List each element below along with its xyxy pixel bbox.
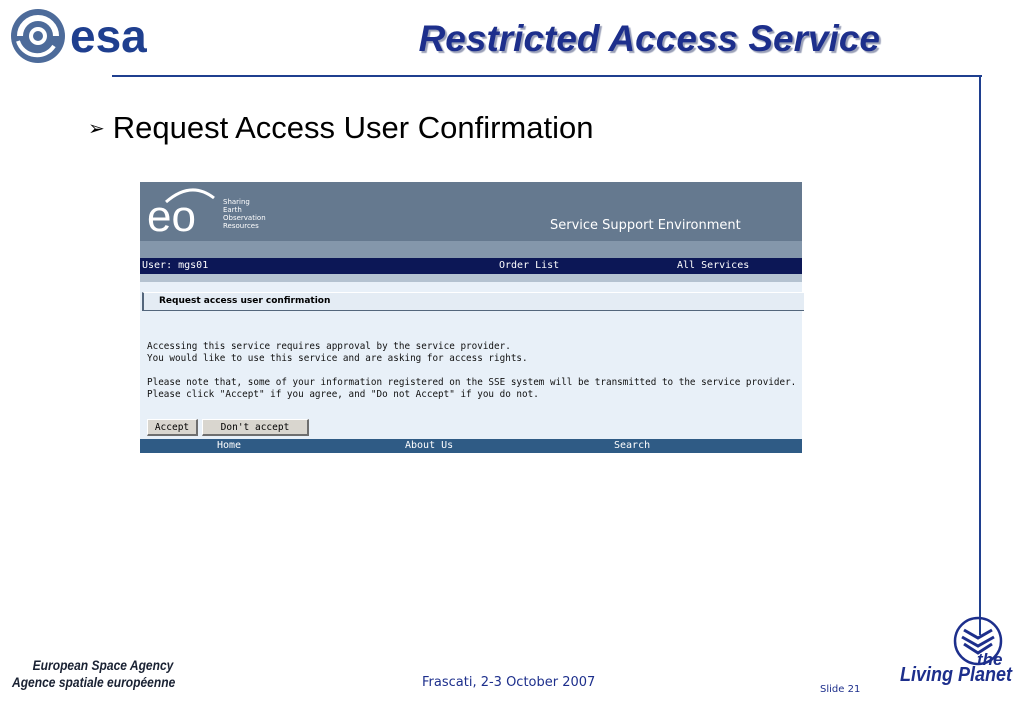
message-line: You would like to use this service and a… (147, 353, 528, 364)
dont-accept-button[interactable]: Don't accept (202, 419, 309, 436)
sse-header: eo Sharing Earth Observation Resources S… (140, 182, 802, 241)
event-date: Frascati, 2-3 October 2007 (422, 675, 596, 690)
all-services-link[interactable]: All Services (677, 258, 749, 274)
home-link[interactable]: Home (217, 439, 241, 453)
esa-logo: esa (11, 9, 147, 63)
agency-name: European Space Agency Agence spatiale eu… (12, 657, 175, 691)
agency-name-fr: Agence spatiale européenne (12, 674, 176, 690)
header-band (140, 241, 802, 258)
separator-band (140, 274, 802, 282)
bullet-arrow-icon: ➢ (88, 116, 105, 140)
brand-living-planet: Living Planet (900, 664, 1013, 686)
eo-logo-icon: eo (147, 188, 215, 238)
svg-text:eo: eo (147, 192, 196, 238)
slide-number: Slide 21 (820, 684, 861, 695)
bullet-item: ➢ Request Access User Confirmation (88, 110, 593, 146)
message-line: Accessing this service requires approval… (147, 341, 511, 352)
slide-title: Restricted Access Service (418, 18, 880, 59)
living-planet-logo: the Living Planet (898, 616, 1016, 692)
search-link[interactable]: Search (614, 439, 650, 453)
user-bar: User: mgs01 Order List All Services (140, 258, 802, 274)
message-line: Please note that, some of your informati… (147, 377, 797, 388)
eo-tagline: Sharing Earth Observation Resources (223, 198, 266, 230)
bullet-text: Request Access User Confirmation (112, 110, 594, 145)
esa-wordmark: esa (70, 10, 147, 62)
sse-screenshot: eo Sharing Earth Observation Resources S… (140, 182, 804, 453)
section-title: Request access user confirmation (142, 292, 804, 311)
accept-button[interactable]: Accept (147, 419, 198, 436)
message-line: Please click "Accept" if you agree, and … (147, 389, 539, 400)
frame-top-line (112, 75, 982, 77)
about-us-link[interactable]: About Us (405, 439, 453, 453)
agency-name-en: European Space Agency (32, 657, 174, 673)
order-list-link[interactable]: Order List (499, 258, 559, 274)
user-label: User: mgs01 (142, 260, 209, 271)
sse-title: Service Support Environment (550, 218, 741, 233)
frame-right-line (979, 75, 981, 635)
footer-nav: Home About Us Search (140, 439, 802, 453)
